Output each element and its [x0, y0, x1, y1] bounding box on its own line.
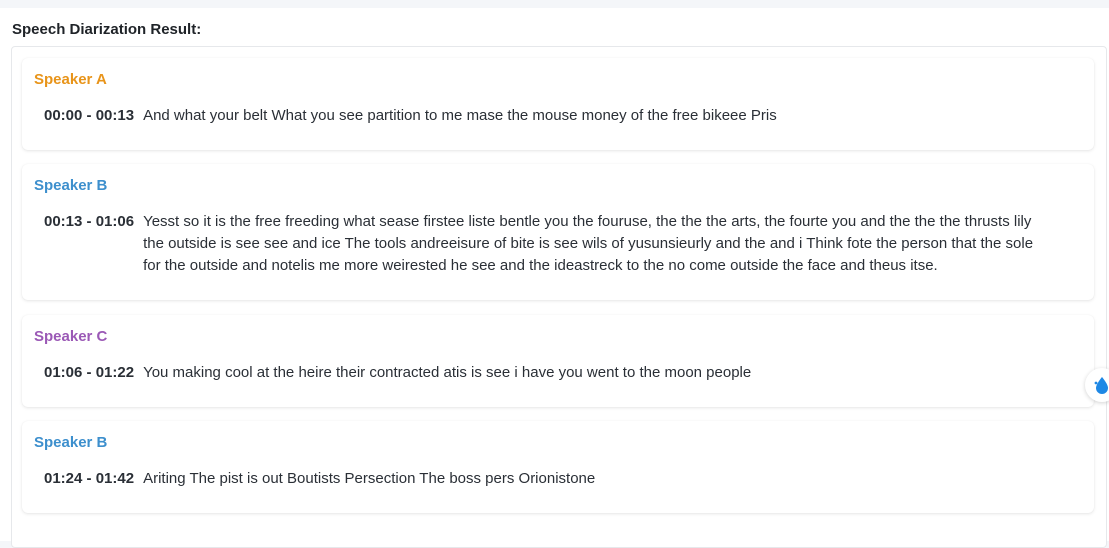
- page-title: Speech Diarization Result:: [12, 21, 202, 38]
- segment-time-range: 01:24 - 01:42: [44, 470, 135, 487]
- segment-transcript: You making cool at the heire their contr…: [143, 364, 752, 381]
- diarization-results-panel: Speaker A 00:00 - 00:13 And what your be…: [11, 46, 1107, 548]
- speaker-segment-card: Speaker C 01:06 - 01:22 You making cool …: [22, 315, 1094, 407]
- droplet-icon: [1094, 377, 1108, 394]
- segment-time-range: 00:00 - 00:13: [44, 107, 135, 124]
- segment-row: 01:24 - 01:42 Ariting The pist is out Bo…: [44, 468, 1054, 490]
- segment-row: 00:00 - 00:13 And what your belt What yo…: [44, 105, 1054, 127]
- page: Speech Diarization Result: Speaker A 00:…: [0, 8, 1109, 548]
- segment-time-range: 01:06 - 01:22: [44, 364, 135, 381]
- speaker-label: Speaker C: [34, 328, 108, 345]
- segment-row: 00:13 - 01:06 Yesst so it is the free fr…: [44, 211, 1054, 277]
- segment-row: 01:06 - 01:22 You making cool at the hei…: [44, 362, 1054, 384]
- speaker-segment-card: Speaker B 00:13 - 01:06 Yesst so it is t…: [22, 164, 1094, 300]
- segment-transcript: And what your belt What you see partitio…: [143, 107, 777, 124]
- speaker-label: Speaker B: [34, 177, 108, 194]
- speaker-label: Speaker B: [34, 434, 108, 451]
- speaker-segment-card: Speaker B 01:24 - 01:42 Ariting The pist…: [22, 421, 1094, 513]
- speaker-segment-card: Speaker A 00:00 - 00:13 And what your be…: [22, 58, 1094, 150]
- speaker-label: Speaker A: [34, 71, 107, 88]
- segment-time-range: 00:13 - 01:06: [44, 213, 135, 230]
- segment-transcript: Ariting The pist is out Boutists Persect…: [143, 470, 596, 487]
- segment-transcript: Yesst so it is the free freeding what se…: [143, 213, 1034, 274]
